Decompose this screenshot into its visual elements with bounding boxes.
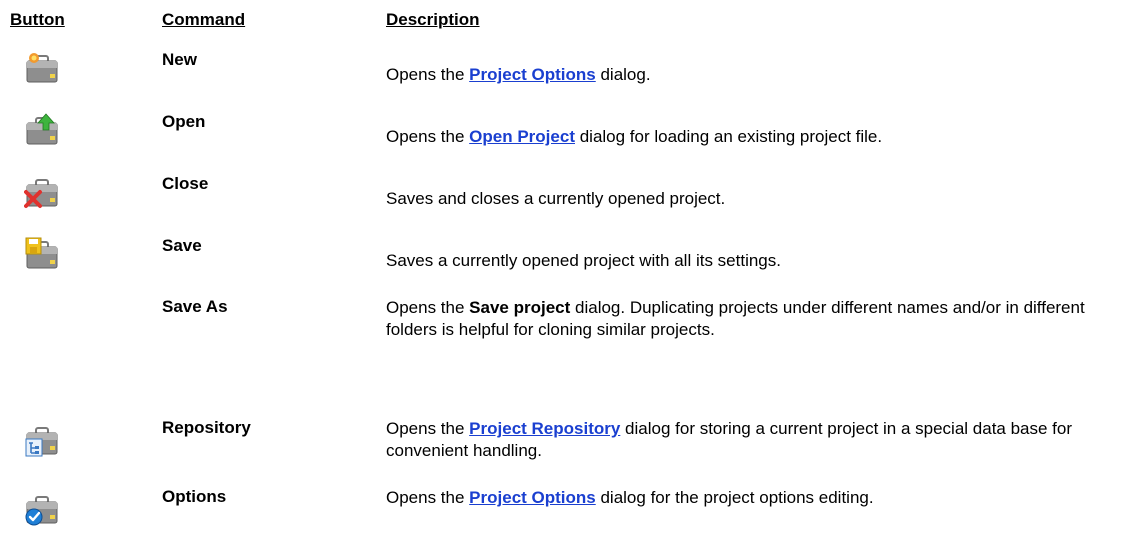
command-close: Close	[162, 174, 209, 193]
command-options: Options	[162, 487, 227, 506]
header-command: Command	[162, 10, 246, 29]
open-project-link[interactable]: Open Project	[469, 127, 575, 146]
description-repository: Opens the Project Repository dialog for …	[386, 419, 1073, 460]
briefcase-save-icon[interactable]	[24, 236, 60, 272]
briefcase-new-icon[interactable]	[24, 50, 60, 86]
command-open: Open	[162, 112, 206, 131]
briefcase-repository-icon[interactable]	[24, 422, 60, 458]
briefcase-open-icon[interactable]	[24, 112, 60, 148]
briefcase-close-icon[interactable]	[24, 174, 60, 210]
description-options: Opens the Project Options dialog for the…	[386, 488, 874, 507]
header-button: Button	[10, 10, 65, 29]
command-repository: Repository	[162, 418, 251, 437]
project-repository-link[interactable]: Project Repository	[469, 419, 620, 438]
project-options-link[interactable]: Project Options	[469, 65, 596, 84]
project-options-link[interactable]: Project Options	[469, 488, 596, 507]
description-open: Opens the Open Project dialog for loadin…	[386, 127, 883, 146]
header-description: Description	[386, 10, 480, 29]
description-close: Saves and closes a currently opened proj…	[386, 189, 726, 208]
command-save-as: Save As	[162, 297, 228, 316]
command-save: Save	[162, 236, 202, 255]
briefcase-options-icon[interactable]	[24, 491, 60, 527]
description-new: Opens the Project Options dialog.	[386, 65, 651, 84]
description-save: Saves a currently opened project with al…	[386, 251, 781, 270]
command-new: New	[162, 50, 197, 69]
description-save-as: Opens the Save project dialog. Duplicati…	[386, 298, 1085, 339]
